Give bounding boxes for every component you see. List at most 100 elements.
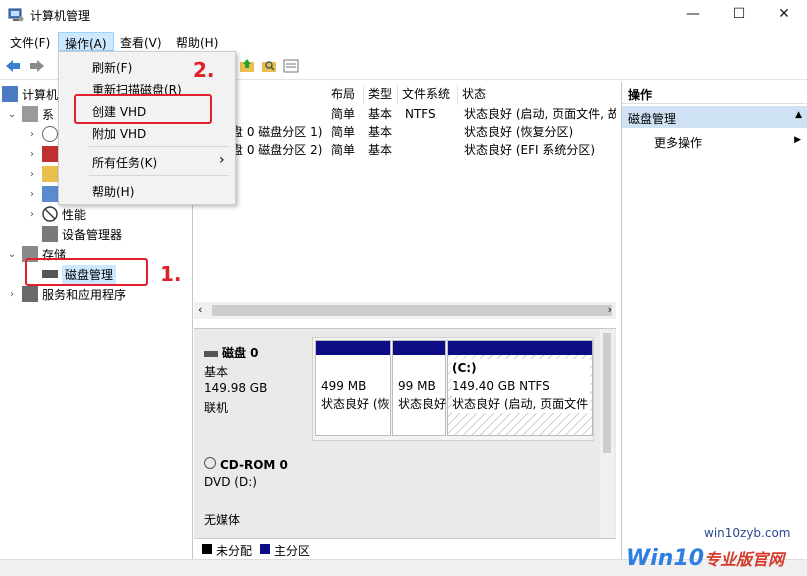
column-header-type[interactable]: 类型: [364, 85, 398, 105]
volume-name: ): [231, 105, 323, 123]
menu-item-refresh[interactable]: 刷新(F): [92, 59, 132, 76]
watermark-brand-prefix: Win10: [626, 546, 705, 571]
annotation-step-1: 1.: [160, 262, 182, 286]
chevron-down-icon[interactable]: ⌄: [6, 249, 18, 260]
shared-folder-icon: [42, 166, 58, 182]
menu-item-all-tasks[interactable]: 所有任务(K): [92, 154, 157, 171]
partition-status: 状态良好: [398, 397, 446, 411]
partition-efi[interactable]: 99 MB 状态良好: [392, 340, 446, 436]
partition-size: 499 MB: [321, 379, 367, 393]
tree-item-task-scheduler[interactable]: ›: [26, 124, 62, 144]
disk-size: 149.98 GB: [204, 381, 268, 395]
close-button[interactable]: ✕: [761, 0, 807, 28]
actions-header: 操作: [622, 82, 807, 104]
disk-name: 磁盘 0: [222, 346, 259, 360]
actions-section-disk-management[interactable]: 磁盘管理 ▲: [622, 106, 807, 128]
column-header-status[interactable]: 状态: [458, 85, 616, 105]
volume-type: 基本: [368, 143, 393, 157]
window-title: 计算机管理: [30, 9, 91, 23]
tree-item-services[interactable]: › 服务和应用程序: [6, 284, 126, 304]
center-pane: 布局 类型 文件系统 状态 ) 简单 基本 NTFS 状态良好 (启动, 页面文…: [194, 82, 616, 559]
column-header-layout[interactable]: 布局: [327, 85, 364, 105]
chevron-right-icon[interactable]: ›: [26, 129, 38, 140]
cd-icon: [204, 457, 216, 469]
volume-name: 盘 0 磁盘分区 2): [231, 143, 323, 157]
partition-c-drive[interactable]: (C:) 149.40 GB NTFS 状态良好 (启动, 页面文件: [447, 340, 593, 436]
vertical-scrollbar[interactable]: [600, 329, 614, 537]
tree-item-system[interactable]: ⌄ 系: [6, 104, 54, 124]
volume-type: 基本: [368, 107, 393, 121]
tree-label-performance: 性能: [62, 207, 87, 222]
users-icon: [42, 186, 58, 202]
tree-item-performance[interactable]: › 性能: [26, 204, 86, 224]
partition-size: 149.40 GB NTFS: [452, 379, 550, 393]
tree-label-computer: 计算机: [22, 87, 59, 102]
volume-status: 状态良好 (EFI 系统分区): [464, 143, 596, 157]
tree-label-services: 服务和应用程序: [42, 287, 127, 302]
disk-status: 联机: [204, 401, 229, 415]
menu-separator: [89, 146, 229, 147]
back-arrow-icon[interactable]: [4, 57, 22, 75]
actions-section-label: 磁盘管理: [628, 112, 677, 126]
volume-list: 布局 类型 文件系统 状态 ) 简单 基本 NTFS 状态良好 (启动, 页面文…: [194, 82, 616, 322]
volume-status: 状态良好 (恢复分区): [464, 125, 574, 139]
volume-fs: NTFS: [405, 107, 436, 121]
tree-item-local-users[interactable]: ›: [26, 184, 62, 204]
search-folder-icon[interactable]: [260, 57, 278, 75]
minimize-icon: —: [686, 6, 700, 22]
annotation-box-disk-management: [25, 258, 148, 286]
scroll-left-icon[interactable]: ‹: [198, 303, 202, 316]
tree-item-computer[interactable]: 计算机: [2, 84, 58, 104]
title-bar: 计算机管理 — ☐ ✕: [0, 0, 807, 30]
disk-0-partitions: 499 MB 状态良好 (恢 99 MB 状态良好 (C:) 149.40 GB…: [312, 337, 594, 441]
legend-primary: 主分区: [274, 544, 311, 558]
chevron-right-icon[interactable]: ›: [26, 189, 38, 200]
tree-item-shared-folders[interactable]: ›: [26, 164, 62, 184]
legend-unallocated: 未分配: [216, 544, 253, 558]
menu-view[interactable]: 查看(V): [114, 32, 168, 51]
forward-arrow-icon[interactable]: [28, 57, 46, 75]
cdrom-status: 无媒体: [204, 513, 241, 527]
up-folder-icon[interactable]: [238, 57, 256, 75]
menu-item-help[interactable]: 帮助(H): [92, 183, 134, 200]
disk-0-label[interactable]: 磁盘 0 基本 149.98 GB 联机: [198, 335, 310, 443]
minimize-button[interactable]: —: [670, 0, 716, 28]
clock-icon: [42, 126, 58, 142]
maximize-button[interactable]: ☐: [716, 0, 762, 28]
volume-layout: 简单: [331, 143, 356, 157]
partition-recovery[interactable]: 499 MB 状态良好 (恢: [315, 340, 391, 436]
horizontal-scrollbar[interactable]: ‹ ›: [194, 302, 616, 319]
menu-action[interactable]: 操作(A): [58, 32, 114, 51]
menu-help[interactable]: 帮助(H): [170, 32, 224, 51]
menu-item-attach-vhd[interactable]: 附加 VHD: [92, 125, 146, 142]
volume-layout: 简单: [331, 107, 356, 121]
cdrom-name: CD-ROM 0: [220, 458, 288, 472]
collapse-icon[interactable]: ▲: [795, 110, 802, 120]
properties-icon[interactable]: [282, 57, 300, 75]
more-actions-link[interactable]: 更多操作: [654, 134, 702, 151]
tree-item-event-viewer[interactable]: ›: [26, 144, 62, 164]
watermark-url: win10zyb.com: [704, 526, 791, 540]
volume-layout: 简单: [331, 125, 356, 139]
scroll-right-icon[interactable]: ›: [608, 303, 612, 316]
menu-file[interactable]: 文件(F): [4, 32, 56, 51]
cdrom-type: DVD (D:): [204, 475, 257, 489]
no-entry-icon: [42, 206, 58, 222]
computer-management-icon: [8, 8, 24, 22]
scrollbar-thumb[interactable]: [603, 333, 611, 453]
chevron-right-icon[interactable]: ›: [26, 149, 38, 160]
device-manager-icon: [42, 226, 58, 242]
tools-icon: [22, 106, 38, 122]
close-icon: ✕: [778, 6, 790, 22]
expand-right-icon[interactable]: ▶: [794, 135, 801, 145]
column-header-filesystem[interactable]: 文件系统: [398, 85, 458, 105]
tree-item-device-manager[interactable]: 设备管理器: [26, 224, 122, 244]
watermark-brand-suffix: 专业版官网: [704, 550, 785, 569]
chevron-right-icon[interactable]: ›: [26, 209, 38, 220]
chevron-right-icon[interactable]: ›: [6, 289, 18, 300]
legend-swatch-primary: [260, 544, 270, 554]
chevron-right-icon[interactable]: ›: [26, 169, 38, 180]
partition-label: (C:): [452, 361, 477, 375]
chevron-down-icon[interactable]: ⌄: [6, 109, 18, 120]
scrollbar-thumb[interactable]: [212, 305, 612, 316]
